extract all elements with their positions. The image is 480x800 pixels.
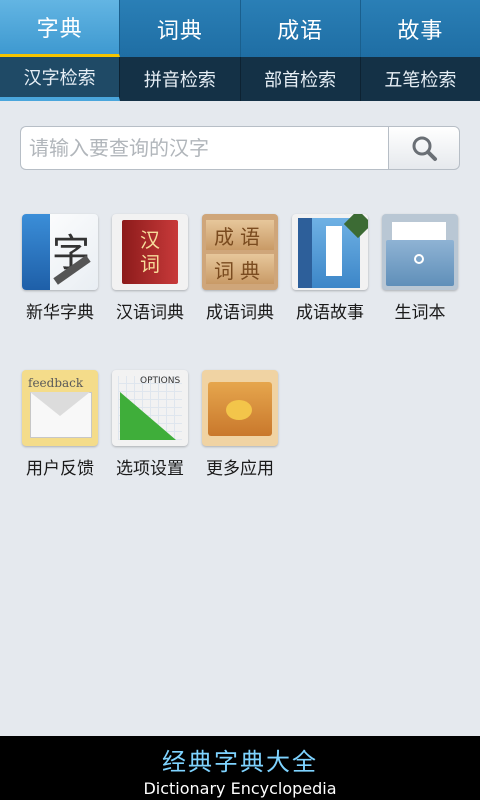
vocab-folder-icon bbox=[382, 214, 458, 290]
tab-wubi-search[interactable]: 五笔检索 bbox=[361, 57, 480, 101]
banner-title-en: Dictionary Encyclopedia bbox=[143, 779, 337, 798]
banner-title-cn: 经典字典大全 bbox=[162, 748, 318, 776]
icon-glyph: feedback bbox=[28, 376, 84, 390]
app-label: 新华字典 bbox=[26, 303, 94, 323]
app-user-feedback[interactable]: feedback 用户反馈 bbox=[15, 370, 105, 479]
search-mode-tab-bar: 汉字检索 拼音检索 部首检索 五笔检索 bbox=[0, 57, 480, 101]
idiom-board-icon: 成语 词典 bbox=[202, 214, 278, 290]
tab-chengyu[interactable]: 成语 bbox=[241, 0, 361, 57]
icon-glyph: 汉 bbox=[140, 228, 160, 252]
tab-pinyin-search[interactable]: 拼音检索 bbox=[120, 57, 241, 101]
app-shengci-ben[interactable]: 生词本 bbox=[375, 214, 465, 323]
app-more-apps[interactable]: 更多应用 bbox=[195, 370, 285, 479]
tab-radical-search[interactable]: 部首检索 bbox=[241, 57, 361, 101]
more-apps-folder-icon bbox=[202, 370, 278, 446]
feedback-mail-icon: feedback bbox=[22, 370, 98, 446]
dictionary-book-icon: 字 bbox=[22, 214, 98, 290]
app-xinhua-zidian[interactable]: 字 新华字典 bbox=[15, 214, 105, 323]
app-chengyu-gushi[interactable]: 成语故事 bbox=[285, 214, 375, 323]
app-label: 选项设置 bbox=[116, 459, 184, 479]
search-bar bbox=[20, 126, 460, 170]
search-icon bbox=[412, 136, 437, 161]
red-book-icon: 汉 词 bbox=[112, 214, 188, 290]
story-book-icon bbox=[292, 214, 368, 290]
search-input[interactable] bbox=[20, 126, 388, 170]
app-chengyu-cidian[interactable]: 成语 词典 成语词典 bbox=[195, 214, 285, 323]
tab-cidian[interactable]: 词典 bbox=[120, 0, 241, 57]
search-button[interactable] bbox=[388, 126, 460, 170]
tab-zidian[interactable]: 字典 bbox=[0, 0, 121, 57]
app-label: 用户反馈 bbox=[26, 459, 94, 479]
ad-banner[interactable]: 经典字典大全 Dictionary Encyclopedia bbox=[0, 736, 480, 800]
app-label: 生词本 bbox=[394, 303, 446, 323]
top-tab-bar: 字典 词典 成语 故事 bbox=[0, 0, 480, 57]
icon-glyph: OPTIONS bbox=[140, 376, 181, 386]
app-label: 汉语词典 bbox=[116, 303, 184, 323]
app-options-settings[interactable]: OPTIONS 选项设置 bbox=[105, 370, 195, 479]
icon-glyph: 词 bbox=[140, 252, 160, 276]
icon-glyph: 词典 bbox=[206, 254, 274, 284]
options-ruler-icon: OPTIONS bbox=[112, 370, 188, 446]
tab-hanzi-search[interactable]: 汉字检索 bbox=[0, 57, 121, 101]
app-hanyu-cidian[interactable]: 汉 词 汉语词典 bbox=[105, 214, 195, 323]
tab-gushi[interactable]: 故事 bbox=[361, 0, 480, 57]
app-label: 成语词典 bbox=[206, 303, 274, 323]
icon-glyph: 成语 bbox=[206, 220, 274, 250]
app-label: 成语故事 bbox=[296, 303, 364, 323]
app-label: 更多应用 bbox=[206, 459, 274, 479]
